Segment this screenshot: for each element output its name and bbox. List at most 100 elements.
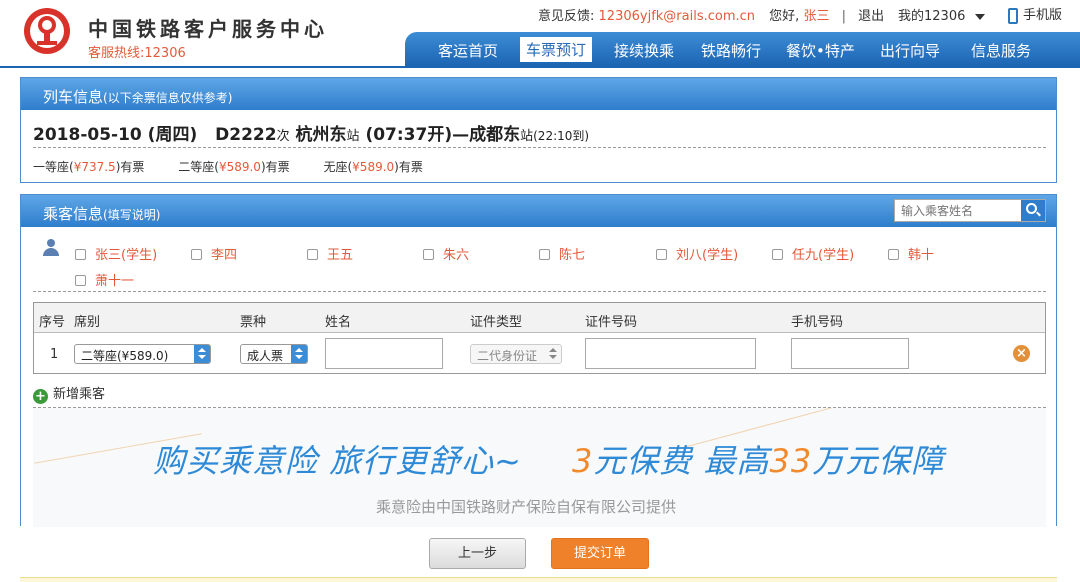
- panel-title: 列车信息: [43, 88, 104, 106]
- passenger-checkbox[interactable]: 张三(学生): [75, 244, 157, 263]
- passenger-checkbox[interactable]: 李四: [191, 244, 237, 263]
- checkbox-icon[interactable]: [191, 249, 202, 260]
- slogan-num1: 3: [572, 442, 594, 480]
- insurance-slogan: 购买乘意险 旅行更舒心~ 3元保费 最高33万元保障: [153, 436, 944, 482]
- name-input[interactable]: [325, 338, 443, 369]
- route-dash: —: [452, 125, 470, 145]
- select-arrow-icon: [194, 345, 210, 363]
- passenger-checkbox[interactable]: 王五: [307, 244, 353, 263]
- nav-item-rail-pass[interactable]: 铁路畅行: [701, 40, 761, 61]
- submit-order-button[interactable]: 提交订单: [551, 538, 649, 569]
- search-icon-handle: [1036, 211, 1041, 217]
- user-icon-head: [47, 239, 55, 247]
- passenger-name: 萧十一: [95, 274, 135, 289]
- travel-date: 2018-05-10: [33, 125, 142, 145]
- railway-logo-icon[interactable]: [22, 6, 72, 56]
- checkbox-icon[interactable]: [772, 249, 783, 260]
- nav-item-transfer[interactable]: 接续换乘: [614, 40, 674, 61]
- feedback-email-link[interactable]: 12306yjfk@rails.com.cn: [599, 9, 756, 24]
- seat-status: 有票: [120, 160, 145, 174]
- id-type-select: 二代身份证: [470, 344, 562, 364]
- add-passenger-button[interactable]: + 新增乘客: [33, 383, 105, 404]
- nav-item-travel-guide[interactable]: 出行向导: [880, 40, 940, 61]
- seat-availability: 一等座(¥737.5)有票 二等座(¥589.0)有票 无座(¥589.0)有票: [33, 158, 453, 175]
- depart-time: (07:37开): [365, 125, 453, 145]
- passenger-name: 李四: [211, 248, 238, 263]
- previous-step-button[interactable]: 上一步: [429, 538, 526, 569]
- mobile-label: 手机版: [1023, 8, 1063, 23]
- col-id-number: 证件号码: [585, 315, 638, 330]
- seat-name: 一等座: [33, 160, 70, 174]
- row-index: 1: [50, 347, 59, 362]
- id-type-value: 二代身份证: [477, 349, 538, 363]
- passenger-name: 王五: [327, 248, 354, 263]
- caret-down-icon: [975, 13, 986, 20]
- select-arrow-icon: [545, 345, 561, 363]
- checkbox-icon[interactable]: [75, 275, 86, 286]
- insurance-provider: 乘意险由中国铁路财产保险自保有限公司提供: [376, 498, 677, 516]
- col-ticket-type: 票种: [240, 315, 267, 330]
- nav-item-info-service[interactable]: 信息服务: [971, 40, 1031, 61]
- dashed-divider: [33, 291, 1046, 292]
- my12306-dropdown[interactable]: 我的12306: [898, 5, 986, 24]
- passenger-checkbox[interactable]: 刘八(学生): [656, 244, 738, 263]
- ticket-table: 序号 席别 票种 姓名 证件类型 证件号码 手机号码 1 二等座(¥589.0)…: [33, 302, 1046, 374]
- top-links: 意见反馈: 12306yjfk@rails.com.cn 您好, 张三 | 退出: [538, 5, 884, 24]
- dashed-divider: [33, 147, 1046, 148]
- checkbox-icon[interactable]: [307, 249, 318, 260]
- fill-guide-link[interactable]: (填写说明): [103, 208, 160, 222]
- phone-input[interactable]: [791, 338, 909, 369]
- add-passenger-label: 新增乘客: [53, 387, 106, 402]
- passenger-checkbox[interactable]: 萧十一: [75, 270, 134, 289]
- passenger-checkbox[interactable]: 韩十: [888, 244, 934, 263]
- select-arrow-icon: [291, 345, 307, 363]
- seat-price: ¥737.5: [73, 160, 116, 174]
- passenger-checkbox[interactable]: 朱六: [423, 244, 469, 263]
- site-header: 中国铁路客户服务中心 客服热线:12306 意见反馈: 12306yjfk@ra…: [0, 0, 1080, 66]
- train-number: D2222: [215, 125, 277, 145]
- passenger-name: 韩十: [908, 248, 935, 263]
- seat-second-class: 二等座(¥589.0)有票: [178, 160, 290, 174]
- seat-select[interactable]: 二等座(¥589.0): [74, 344, 211, 364]
- main-nav: 客运首页 车票预订 接续换乘 铁路畅行 餐饮•特产 出行向导 信息服务: [405, 32, 1080, 66]
- train-info-panel: 列车信息(以下余票信息仅供参考) 2018-05-10 (周四) D2222次 …: [20, 77, 1057, 183]
- slogan-part3: 万元保障: [812, 442, 945, 480]
- mobile-version-link[interactable]: 手机版: [1008, 4, 1062, 24]
- col-index: 序号: [39, 315, 66, 330]
- passenger-name: 陈七: [559, 248, 586, 263]
- slogan-part2: 元保费 最高: [593, 442, 770, 480]
- plus-icon: +: [33, 389, 48, 404]
- checkbox-icon[interactable]: [656, 249, 667, 260]
- passenger-checkbox[interactable]: 任九(学生): [772, 244, 854, 263]
- hotline: 客服热线:12306: [88, 46, 186, 61]
- weekday: (周四): [147, 125, 198, 145]
- nav-item-food[interactable]: 餐饮•特产: [786, 40, 855, 61]
- remove-passenger-icon[interactable]: ×: [1013, 345, 1030, 362]
- checkbox-icon[interactable]: [539, 249, 550, 260]
- to-station: 成都东: [469, 125, 521, 145]
- insurance-banner[interactable]: 购买乘意险 旅行更舒心~ 3元保费 最高33万元保障 乘意险由中国铁路财产保险自保…: [33, 408, 1046, 527]
- checkbox-icon[interactable]: [423, 249, 434, 260]
- ticket-type-select[interactable]: 成人票: [240, 344, 308, 364]
- header-divider: [0, 66, 1080, 68]
- station-suffix: 站: [346, 129, 360, 144]
- passenger-search: [894, 199, 1046, 222]
- phone-icon: [1008, 7, 1018, 24]
- checkbox-icon[interactable]: [888, 249, 899, 260]
- search-button[interactable]: [1021, 200, 1045, 221]
- table-header: 序号 席别 票种 姓名 证件类型 证件号码 手机号码: [34, 303, 1045, 333]
- passenger-checkbox[interactable]: 陈七: [539, 244, 585, 263]
- logout-link[interactable]: 退出: [858, 9, 884, 24]
- id-number-input[interactable]: [585, 338, 756, 369]
- seat-name: 无座: [323, 160, 348, 174]
- seat-first-class: 一等座(¥737.5)有票: [33, 160, 145, 174]
- nav-item-home[interactable]: 客运首页: [438, 40, 498, 61]
- passenger-search-input[interactable]: [895, 200, 1021, 221]
- my12306-label: 我的12306: [898, 9, 966, 24]
- checkbox-icon[interactable]: [75, 249, 86, 260]
- train-suffix: 次: [276, 129, 290, 144]
- arrive-time: (22:10到): [533, 129, 590, 143]
- user-icon-body: [43, 248, 59, 256]
- nav-item-ticket-booking[interactable]: 车票预订: [520, 37, 593, 62]
- user-name-link[interactable]: 张三: [803, 9, 829, 24]
